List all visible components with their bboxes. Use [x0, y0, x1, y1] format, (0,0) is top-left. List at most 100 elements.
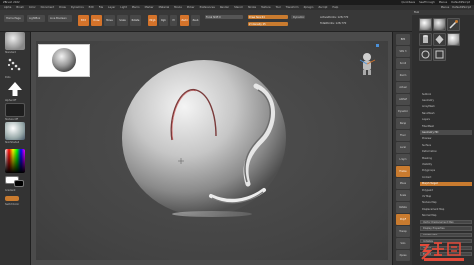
menu-help[interactable]: Help — [332, 6, 338, 9]
draw-size-slider[interactable]: Draw Size 64 — [248, 15, 288, 19]
menu-brush[interactable]: Brush — [16, 6, 24, 9]
z-intensity-slider[interactable]: Z Intensity 25 — [248, 22, 288, 26]
shelf-button-floor[interactable]: Floor — [396, 130, 410, 141]
material-icon[interactable] — [5, 122, 25, 140]
tool-menu-visibility[interactable]: Visibility — [420, 162, 472, 166]
tool-menu-preview[interactable]: Preview — [420, 137, 472, 141]
menu-stroke[interactable]: Stroke — [248, 6, 256, 9]
tool-menu-contact[interactable]: Contact — [420, 175, 472, 179]
menu-stencil[interactable]: Stencil — [234, 6, 243, 9]
move-button[interactable]: Move — [104, 15, 115, 26]
texture-slot[interactable] — [5, 103, 25, 117]
menu-render[interactable]: Render — [220, 6, 229, 9]
subtool-cylinder3d-icon[interactable] — [419, 33, 432, 46]
menubar-right-item[interactable]: Menus — [441, 6, 449, 9]
scale-button[interactable]: Scale — [117, 15, 128, 26]
shelf-button-spix-3[interactable]: SPix 3 — [396, 46, 410, 57]
mrgb-button[interactable]: Mrgb — [148, 15, 157, 26]
menu-layer[interactable]: Layer — [108, 6, 115, 9]
shelf-button-zoom[interactable]: Zoom — [396, 70, 410, 81]
shelf-button-local[interactable]: Local — [396, 142, 410, 153]
tool-menu-morph-target[interactable]: Morph Target — [420, 181, 472, 186]
home-page-button[interactable]: Home Page — [4, 15, 24, 22]
tool-menu-geometry-hd[interactable]: Geometry HD — [420, 130, 472, 135]
tool-palette-header[interactable]: Tool — [412, 10, 474, 15]
gradient-label[interactable]: Gradient — [5, 189, 15, 192]
zsub-button[interactable]: Zsub — [191, 15, 200, 26]
menu-tool[interactable]: Tool — [276, 6, 281, 9]
subtool-sphere3d-icon[interactable] — [419, 18, 432, 31]
tool-menu-vector-displacement-map[interactable]: Vector Displacement Map — [420, 220, 472, 225]
shelf-button-actual[interactable]: Actual — [396, 82, 410, 93]
menu-material[interactable]: Material — [159, 6, 170, 9]
edit-button[interactable]: Edit — [78, 15, 89, 26]
m-button[interactable]: M — [170, 15, 177, 26]
tool-menu-layers[interactable]: Layers — [420, 118, 472, 122]
menu-transform[interactable]: Transform — [286, 6, 299, 9]
switch-color-button[interactable] — [5, 196, 19, 201]
rgb-button[interactable]: Rgb — [159, 15, 168, 26]
draw-button[interactable]: Draw — [91, 15, 102, 26]
tool-menu-nanomesh[interactable]: NanoMesh — [420, 111, 472, 115]
subtool-polymesh3d-icon[interactable] — [433, 33, 446, 46]
shelf-button-polyf[interactable]: PolyF — [396, 214, 410, 225]
subtool-polysphere-icon[interactable] — [433, 18, 446, 31]
live-boolean-button[interactable]: Live Boolean — [48, 15, 72, 22]
tool-menu-display-properties[interactable]: Display Properties — [420, 226, 472, 231]
orientation-gizmo-icon[interactable] — [358, 52, 376, 76]
shelf-button-dynamic[interactable]: Dynamic — [396, 106, 410, 117]
menu-draw[interactable]: Draw — [59, 6, 66, 9]
tool-menu-arraymesh[interactable]: ArrayMesh — [420, 105, 472, 109]
standard-brush-icon[interactable] — [5, 32, 25, 50]
subtool-extra-icon[interactable] — [419, 48, 432, 61]
shelf-button-scale[interactable]: Scale — [396, 190, 410, 201]
menu-document[interactable]: Document — [41, 6, 54, 9]
menu-file[interactable]: File — [99, 6, 103, 9]
tool-menu-masking[interactable]: Masking — [420, 156, 472, 160]
menu-zscript[interactable]: Zscript — [318, 6, 327, 9]
subtool-simplebrush-icon[interactable] — [447, 18, 460, 31]
focal-shift-slider[interactable]: Focal Shift 0 — [205, 15, 243, 19]
menus-button[interactable]: Menus — [439, 1, 447, 4]
quicksave-button[interactable]: QuickSave — [401, 1, 415, 4]
menu-picker[interactable]: Picker — [187, 6, 195, 9]
default-zscript-button[interactable]: DefaultZScript — [451, 1, 470, 4]
dots-stroke-icon[interactable] — [5, 55, 25, 75]
lightbox-button[interactable]: LightBox — [27, 15, 45, 22]
menu-color[interactable]: Color — [29, 6, 36, 9]
tool-menu-surface[interactable]: Surface — [420, 143, 472, 147]
menu-dynamics[interactable]: Dynamics — [71, 6, 84, 9]
tool-menu-displacement-map[interactable]: Displacement Map — [420, 207, 472, 211]
menu-alpha[interactable]: Alpha — [4, 6, 11, 9]
shelf-button-frame[interactable]: Frame — [396, 166, 410, 177]
tool-menu-uv-map[interactable]: UV Map — [420, 194, 472, 198]
tool-menu-polygroups[interactable]: Polygroups — [420, 169, 472, 173]
menu-marker[interactable]: Marker — [145, 6, 154, 9]
tool-menu-fibermesh[interactable]: FiberMesh — [420, 124, 472, 128]
shelf-button-scroll[interactable]: Scroll — [396, 58, 410, 69]
menu-texture[interactable]: Texture — [261, 6, 271, 9]
tool-menu-geometry[interactable]: Geometry — [420, 98, 472, 102]
shelf-button-transp[interactable]: Transp — [396, 226, 410, 237]
tool-menu-normal-map[interactable]: Normal Map — [420, 214, 472, 218]
shelf-button-move[interactable]: Move — [396, 178, 410, 189]
menu-movie[interactable]: Movie — [174, 6, 182, 9]
shelf-button-l-sym[interactable]: L.Sym — [396, 154, 410, 165]
menu-preferences[interactable]: Preferences — [200, 6, 215, 9]
menu-light[interactable]: Light — [120, 6, 126, 9]
tool-menu-deformation[interactable]: Deformation — [420, 150, 472, 154]
shelf-button-bpr[interactable]: BPR — [396, 34, 410, 45]
shelf-button-persp[interactable]: Persp — [396, 118, 410, 129]
dynamic-button[interactable]: Dynamic — [291, 15, 305, 19]
menu-zplugin[interactable]: Zplugin — [304, 6, 314, 9]
shelf-button-aahalf[interactable]: AAHalf — [396, 94, 410, 105]
tool-menu-subtool[interactable]: Subtool — [420, 92, 472, 96]
tool-menu-polypaint[interactable]: Polypaint — [420, 188, 472, 192]
shelf-button-xpose[interactable]: Xpose — [396, 250, 410, 261]
rotate-button[interactable]: Rotate — [130, 15, 141, 26]
seethrough-button[interactable]: SeeThrough — [419, 1, 435, 4]
arrow-up-icon[interactable] — [5, 80, 25, 98]
shelf-button-rotate[interactable]: Rotate — [396, 202, 410, 213]
zadd-button[interactable]: Zadd — [180, 15, 189, 26]
sculpt-sphere[interactable] — [116, 56, 292, 220]
